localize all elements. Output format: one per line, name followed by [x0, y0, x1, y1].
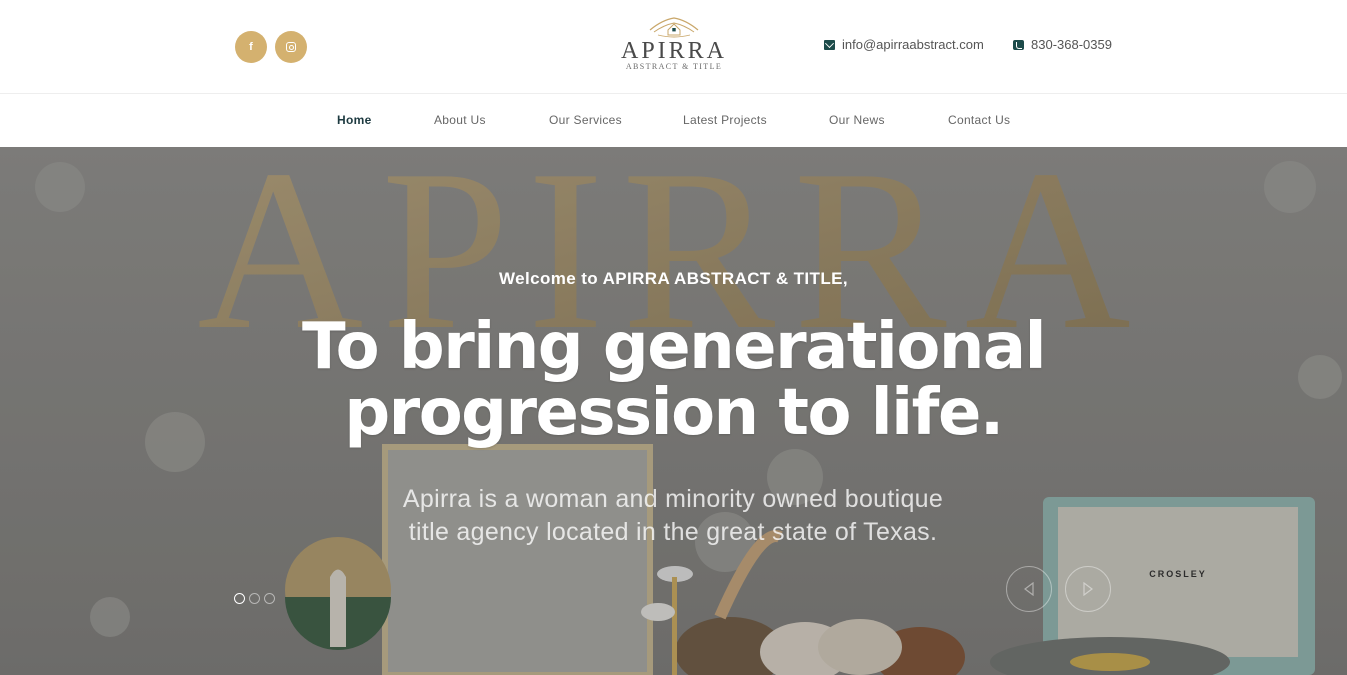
email-text[interactable]: info@apirraabstract.com — [842, 37, 984, 52]
main-navigation: Home About Us Our Services Latest Projec… — [0, 95, 1347, 147]
nav-item-about-us[interactable]: About Us — [434, 113, 486, 127]
hero-headline: To bring generational progression to lif… — [0, 314, 1347, 446]
nav-item-our-services[interactable]: Our Services — [549, 113, 622, 127]
nav-item-latest-projects[interactable]: Latest Projects — [683, 113, 767, 127]
slider-dot-2[interactable] — [249, 593, 260, 604]
envelope-icon — [824, 39, 835, 50]
triangle-right-icon — [1083, 582, 1093, 596]
instagram-icon[interactable] — [275, 31, 307, 63]
site-logo[interactable]: APIRRA ABSTRACT & TITLE — [614, 16, 734, 78]
slider-next-button[interactable] — [1065, 566, 1111, 612]
facebook-icon[interactable]: f — [235, 31, 267, 63]
slider-dot-3[interactable] — [264, 593, 275, 604]
hero-headline-line-2: progression to life. — [344, 376, 1004, 450]
facebook-glyph: f — [249, 41, 253, 53]
slider-pagination — [234, 593, 275, 604]
phone-contact[interactable]: 830-368-0359 — [1013, 37, 1112, 52]
hero-welcome-text: Welcome to APIRRA ABSTRACT & TITLE, — [499, 269, 848, 288]
logo-name: APIRRA — [620, 38, 728, 64]
phone-text[interactable]: 830-368-0359 — [1031, 37, 1112, 52]
hero-subtext-line-2: title agency located in the great state … — [408, 518, 938, 546]
nav-item-home[interactable]: Home — [337, 113, 372, 127]
email-contact[interactable]: info@apirraabstract.com — [824, 37, 984, 52]
slider-dot-1[interactable] — [234, 593, 245, 604]
triangle-left-icon — [1024, 582, 1034, 596]
hero-subtext-line-1: Apirra is a woman and minority owned bou… — [402, 485, 944, 513]
hero-slider: APIRRA CROSLEY Welcome to APIRRA ABSTRAC… — [0, 147, 1347, 675]
hero-subtext: Apirra is a woman and minority owned bou… — [373, 483, 973, 549]
instagram-glyph — [286, 42, 296, 52]
logo-subtitle: ABSTRACT & TITLE — [625, 62, 723, 71]
nav-item-our-news[interactable]: Our News — [829, 113, 885, 127]
slider-prev-button[interactable] — [1006, 566, 1052, 612]
hero-headline-line-1: To bring generational — [302, 310, 1047, 384]
nav-item-contact-us[interactable]: Contact Us — [948, 113, 1010, 127]
house-crest-icon — [649, 17, 699, 38]
phone-icon — [1013, 39, 1024, 50]
top-header: f APIRRA ABSTRACT & TITLE info@apirraabs… — [0, 0, 1347, 94]
